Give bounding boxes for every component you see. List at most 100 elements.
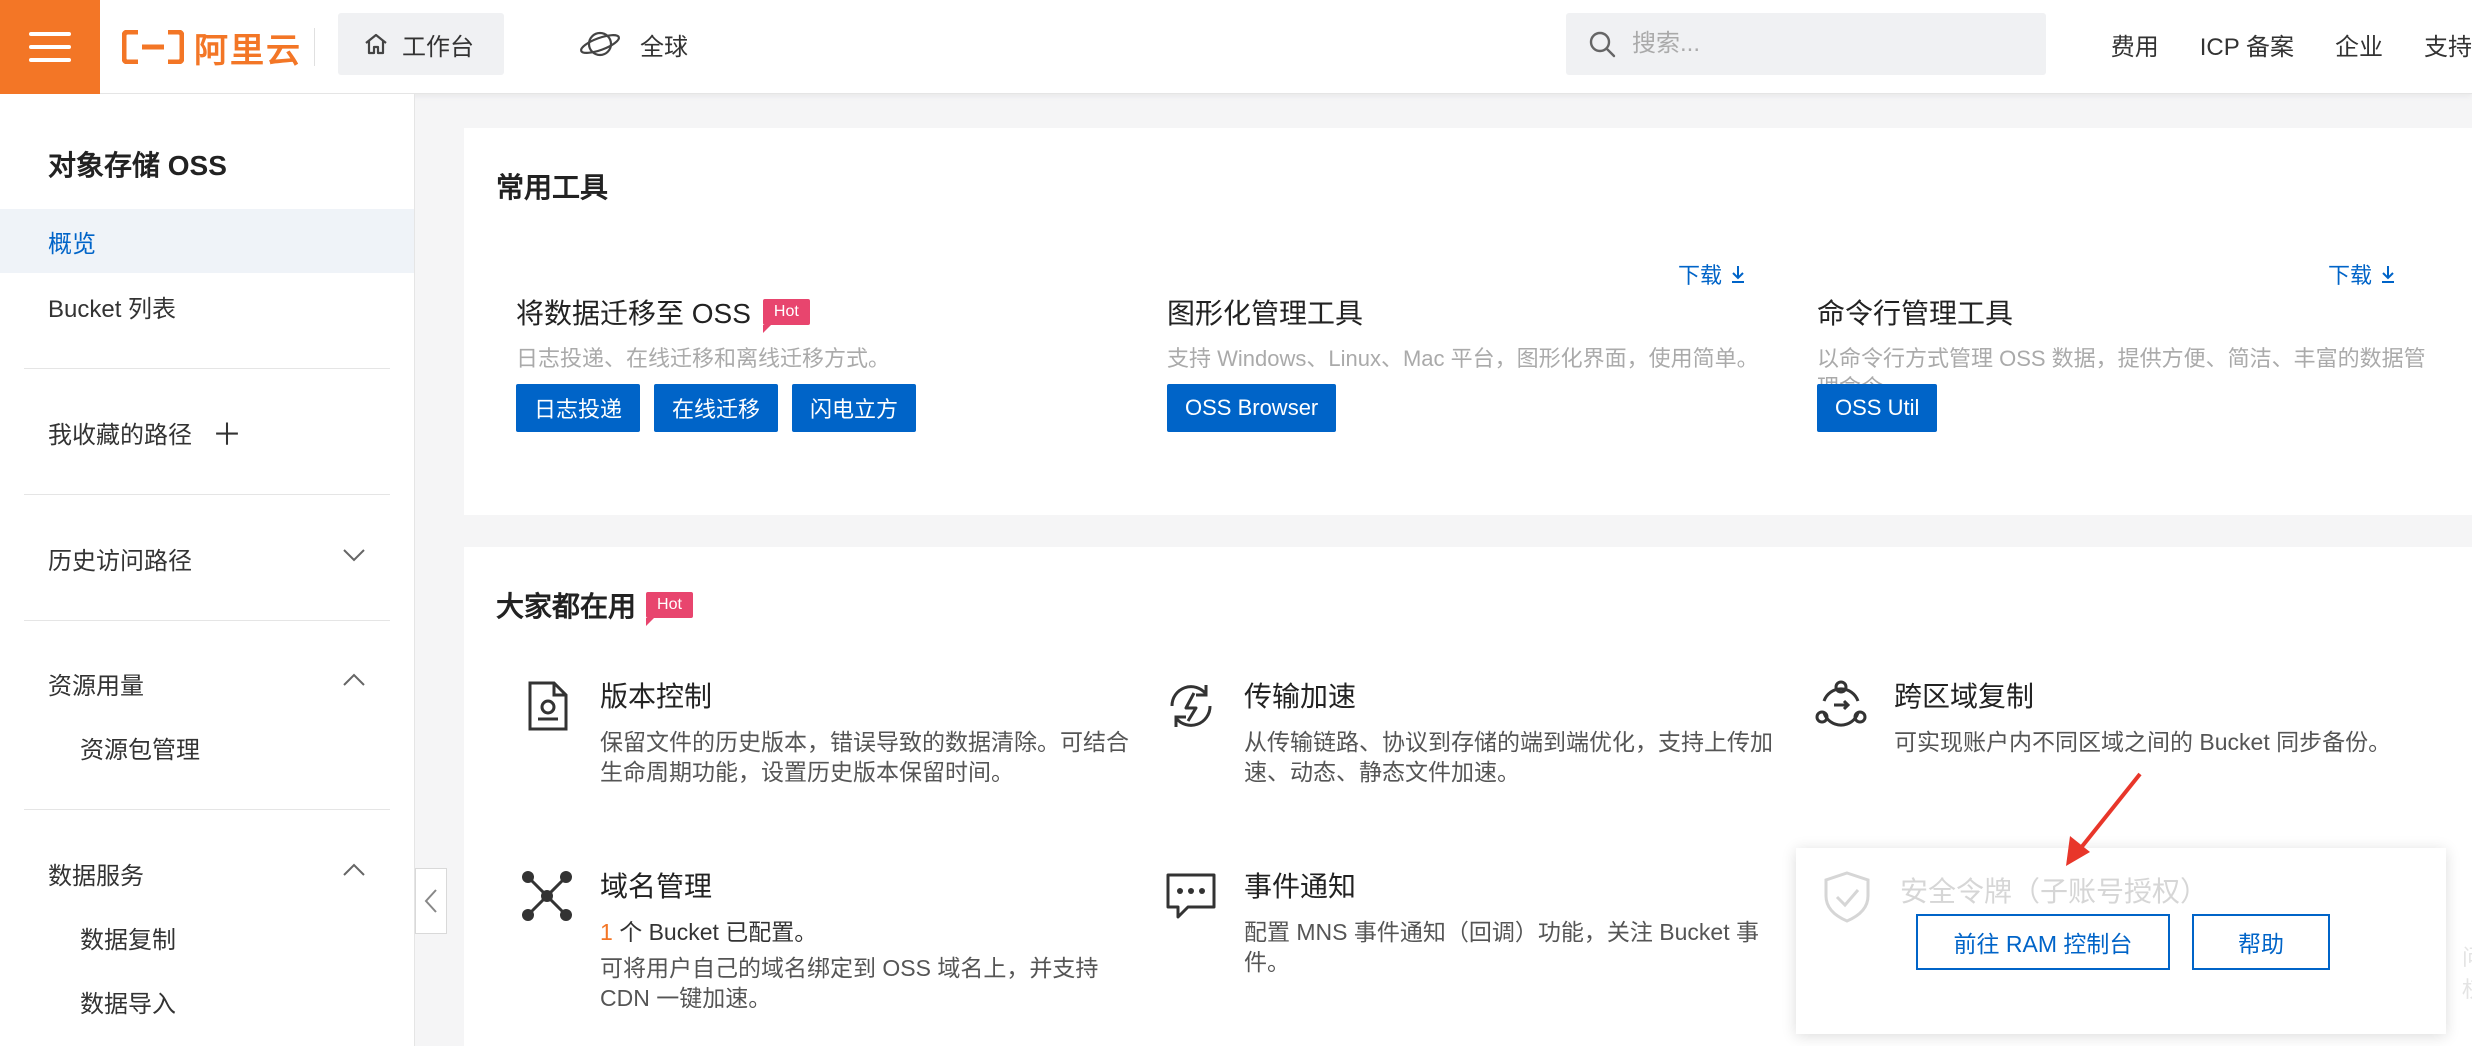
logo-text: 阿里云 <box>194 31 302 70</box>
feature-text: 传输加速 从传输链路、协议到存储的端到端优化，支持上传加速、动态、静态文件加速。 <box>1244 675 1784 787</box>
download-label: 下载 <box>1678 263 1723 288</box>
sidebar-item-label: Bucket 列表 <box>48 295 177 323</box>
feature-text: 域名管理 1 个 Bucket 已配置。 可将用户自己的域名绑定到 OSS 域名… <box>600 865 1130 1013</box>
divider <box>24 494 390 495</box>
search-icon <box>1589 31 1616 58</box>
go-to-ram-console-button[interactable]: 前往 RAM 控制台 <box>1916 914 2170 970</box>
region-selector[interactable]: 全球 <box>578 13 688 75</box>
event-notification-icon <box>1166 873 1216 919</box>
feature-desc: 可将用户自己的域名绑定到 OSS 域名上，并支持 CDN 一键加速。 <box>600 955 1099 1011</box>
tool-name-text: 将数据迁移至 OSS <box>516 298 751 329</box>
sidebar-item-label: 概览 <box>48 230 96 258</box>
sidebar-item-history-paths[interactable]: 历史访问路径 <box>0 526 414 590</box>
menu-line <box>29 58 71 62</box>
feature-desc: 保留文件的历史版本，错误导致的数据清除。可结合生命周期功能，设置历史版本保留时间… <box>600 729 1129 785</box>
tool-name: 命令行管理工具 <box>1817 292 2437 332</box>
feature-desc: 可实现账户内不同区域之间的 Bucket 同步备份。 <box>1894 729 2392 755</box>
sidebar-item-label: 数据导入 <box>80 990 176 1018</box>
feature-name: 版本控制 <box>600 681 713 712</box>
annotation-arrow <box>2066 772 2142 866</box>
sidebar-title: 对象存储 OSS <box>48 150 227 181</box>
download-label: 下载 <box>2328 263 2373 288</box>
sidebar-item-favorite-paths[interactable]: 我收藏的路径 ＋ <box>0 400 414 464</box>
top-bar: 阿里云 工作台 全球 费用 ICP 备案 企业 支持 <box>0 0 2472 94</box>
feature-name: 域名管理 <box>600 871 713 902</box>
sidebar-item-data-replication[interactable]: 数据复制 <box>0 905 414 969</box>
search-box[interactable] <box>1566 13 2046 75</box>
feature-event-notification[interactable]: 事件通知 配置 MNS 事件通知（回调）功能，关注 Bucket 事件。 <box>1164 865 1784 977</box>
feature-name: 跨区域复制 <box>1894 681 2035 712</box>
planet-icon <box>579 31 621 57</box>
sidebar-item-label: 历史访问路径 <box>48 547 192 575</box>
add-icon[interactable]: ＋ <box>212 410 242 454</box>
transfer-acceleration-icon <box>1170 685 1212 727</box>
chevron-left-icon <box>424 889 437 913</box>
download-link[interactable]: 下载 <box>2328 258 2396 290</box>
tool-name-text: 图形化管理工具 <box>1167 298 1364 329</box>
ram-popup: 安全令牌（子账号授权） 问权 前往 RAM 控制台 帮助 <box>1796 848 2472 1034</box>
sidebar-item-data-services[interactable]: 数据服务 <box>0 841 414 905</box>
search-input[interactable] <box>1632 30 2012 58</box>
tool-name-text: 命令行管理工具 <box>1817 298 2014 329</box>
aliyun-logo[interactable]: 阿里云 <box>122 22 302 72</box>
shield-icon <box>1824 871 1870 923</box>
tool-buttons: OSS Util <box>1817 384 1938 432</box>
sidebar-item-label: 资源包管理 <box>80 736 200 764</box>
aliyun-logo-icon <box>122 30 184 64</box>
feature-cross-region-replication[interactable]: 跨区域复制 可实现账户内不同区域之间的 Bucket 同步备份。 <box>1814 675 2414 757</box>
sidebar-collapse-button[interactable] <box>415 868 447 934</box>
feature-desc: 问权 <box>2462 940 2472 1004</box>
feature-domain-management[interactable]: 域名管理 1 个 Bucket 已配置。 可将用户自己的域名绑定到 OSS 域名… <box>520 865 1130 1013</box>
workbench-button[interactable]: 工作台 <box>338 13 504 75</box>
workbench-label: 工作台 <box>402 33 474 61</box>
divider <box>24 620 390 621</box>
tool-name: 将数据迁移至 OSS Hot <box>516 292 1136 333</box>
link-enterprise[interactable]: 企业 <box>2335 27 2383 62</box>
download-link[interactable]: 下载 <box>1678 258 1746 290</box>
feature-name: 传输加速 <box>1244 681 1357 712</box>
hamburger-menu-button[interactable] <box>0 0 100 94</box>
help-button[interactable]: 帮助 <box>2192 914 2330 970</box>
version-control-icon <box>528 681 568 731</box>
oss-browser-button[interactable]: OSS Browser <box>1167 384 1337 432</box>
tool-desc: 日志投递、在线迁移和离线迁移方式。 <box>516 346 891 371</box>
popular-card-title: 大家都在用 Hot <box>496 585 693 626</box>
feature-text: 版本控制 保留文件的历史版本，错误导致的数据清除。可结合生命周期功能，设置历史版… <box>600 675 1130 787</box>
oss-util-button[interactable]: OSS Util <box>1817 384 1938 432</box>
lightning-cube-button[interactable]: 闪电立方 <box>792 384 917 432</box>
hot-badge: Hot <box>762 299 810 333</box>
log-delivery-button[interactable]: 日志投递 <box>516 384 641 432</box>
sidebar-item-bucket-list[interactable]: Bucket 列表 <box>0 274 414 338</box>
divider <box>314 28 315 66</box>
link-billing[interactable]: 费用 <box>2111 27 2159 62</box>
tool-name: 图形化管理工具 <box>1167 292 1787 332</box>
card-title-text: 大家都在用 <box>496 591 637 622</box>
download-icon <box>1732 266 1745 283</box>
menu-line <box>29 32 71 36</box>
sidebar: 对象存储 OSS 概览 Bucket 列表 我收藏的路径 ＋ 历史访问路径 资源… <box>0 94 415 1046</box>
top-nav-links: 费用 ICP 备案 企业 支持 <box>2111 0 2472 88</box>
feature-version-control[interactable]: 版本控制 保留文件的历史版本，错误导致的数据清除。可结合生命周期功能，设置历史版… <box>520 675 1130 787</box>
sidebar-item-resource-usage[interactable]: 资源用量 <box>0 651 414 715</box>
card-title-text: 常用工具 <box>496 172 609 203</box>
chevron-up-icon <box>343 863 365 876</box>
tool-desc: 支持 Windows、Linux、Mac 平台，图形化界面，使用简单。 <box>1167 346 1759 371</box>
divider <box>24 809 390 810</box>
sidebar-item-resource-packages[interactable]: 资源包管理 <box>0 715 414 779</box>
feature-status: 1 个 Bucket 已配置。 <box>600 917 1130 947</box>
sidebar-item-data-import[interactable]: 数据导入 <box>0 969 414 1033</box>
tool-data-migration: 将数据迁移至 OSS Hot 日志投递、在线迁移和离线迁移方式。 <box>516 292 1136 373</box>
chevron-up-icon <box>343 673 365 686</box>
link-icp[interactable]: ICP 备案 <box>2200 27 2294 62</box>
menu-line <box>29 45 71 49</box>
feature-desc: 配置 MNS 事件通知（回调）功能，关注 Bucket 事件。 <box>1244 919 1759 975</box>
feature-name: 事件通知 <box>1244 871 1357 902</box>
tool-buttons: 日志投递 在线迁移 闪电立方 <box>516 384 917 432</box>
feature-transfer-acceleration[interactable]: 传输加速 从传输链路、协议到存储的端到端优化，支持上传加速、动态、静态文件加速。 <box>1164 675 1784 787</box>
tool-gui-manager: 图形化管理工具 支持 Windows、Linux、Mac 平台，图形化界面，使用… <box>1167 292 1787 373</box>
online-migration-button[interactable]: 在线迁移 <box>654 384 779 432</box>
link-support[interactable]: 支持 <box>2424 27 2472 62</box>
download-icon <box>2382 266 2395 283</box>
sidebar-item-overview[interactable]: 概览 <box>0 209 414 273</box>
sidebar-item-label: 数据复制 <box>80 926 176 954</box>
